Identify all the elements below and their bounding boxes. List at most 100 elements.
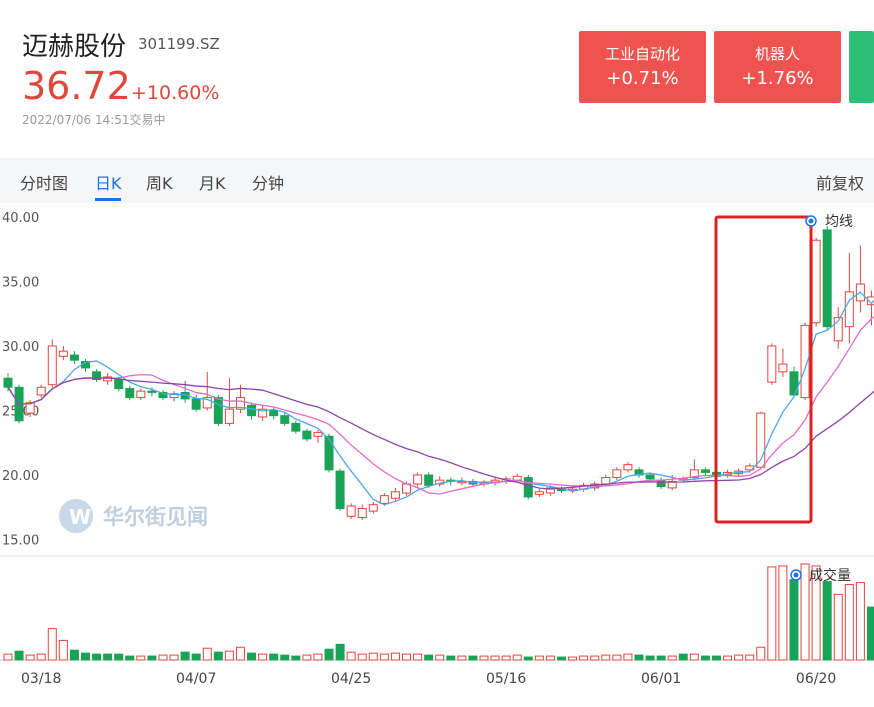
- volume-bar: [69, 649, 79, 661]
- candle-body: [357, 508, 367, 519]
- candle-body: [147, 390, 157, 393]
- candle-body: [612, 469, 622, 479]
- volume-bar: [789, 579, 799, 661]
- candle-body: [69, 354, 79, 361]
- volume-bar: [247, 652, 257, 661]
- volume-bar: [169, 654, 179, 661]
- volume-bar: [213, 651, 223, 661]
- volume-bar: [844, 584, 854, 661]
- candle-body: [424, 474, 434, 486]
- x-tick-label: 06/20: [796, 671, 836, 687]
- volume-bar: [778, 565, 788, 661]
- candle-body: [512, 475, 522, 481]
- candle-body: [36, 386, 46, 396]
- volume-bar: [379, 653, 389, 661]
- volume-bar: [590, 655, 600, 661]
- volume-bar: [357, 653, 367, 661]
- volume-bar: [634, 654, 644, 661]
- volume-bar: [822, 581, 832, 661]
- y-tick-label: 15.00: [2, 534, 39, 549]
- volume-bar: [125, 655, 135, 661]
- candle-body: [413, 474, 423, 485]
- volume-bar: [191, 653, 201, 661]
- candle-body: [767, 345, 777, 383]
- candle-body: [390, 491, 400, 499]
- candle-body: [656, 479, 666, 488]
- x-tick-label: 06/01: [641, 671, 681, 687]
- candle-body: [811, 239, 821, 324]
- volume-bar: [390, 652, 400, 661]
- candle-body: [114, 379, 124, 390]
- volume-bar: [689, 653, 699, 661]
- volume-bar: [3, 653, 13, 661]
- volume-bar: [667, 655, 677, 661]
- volume-bar: [103, 653, 113, 661]
- volume-bar: [14, 650, 24, 661]
- ma-legend-dot: [808, 218, 814, 224]
- candle-body: [534, 491, 544, 495]
- volume-bar: [656, 655, 666, 661]
- volume-bar: [855, 582, 865, 661]
- candle-body: [324, 435, 334, 471]
- volume-bar: [579, 655, 589, 661]
- volume-bar: [235, 646, 245, 661]
- volume-bar: [202, 647, 212, 661]
- volume-bar: [468, 655, 478, 661]
- candle-body: [302, 430, 312, 440]
- y-tick-label: 35.00: [2, 276, 39, 291]
- volume-bar: [136, 655, 146, 661]
- y-tick-label: 20.00: [2, 469, 39, 484]
- candle-body: [58, 350, 68, 357]
- candle-body: [247, 404, 257, 417]
- volume-bar: [601, 654, 611, 661]
- candle-body: [623, 464, 633, 471]
- volume-bar: [80, 652, 90, 661]
- volume-bar: [114, 653, 124, 661]
- volume-bar: [302, 654, 312, 661]
- volume-legend: 成交量: [790, 567, 851, 584]
- volume-bar: [833, 593, 843, 661]
- candle-body: [213, 397, 223, 424]
- volume-bar: [700, 655, 710, 661]
- volume-bar: [612, 654, 622, 661]
- candle-body: [280, 415, 290, 424]
- volume-bar: [291, 655, 301, 661]
- volume-bar: [734, 654, 744, 661]
- ma-legend: 均线: [805, 214, 853, 230]
- volume-bar: [47, 628, 57, 661]
- volume-bar: [767, 566, 777, 661]
- candle-body: [379, 495, 389, 504]
- volume-bar: [756, 646, 766, 661]
- volume-legend-label: 成交量: [809, 567, 851, 584]
- volume-bars: [3, 563, 874, 661]
- volume-bar: [147, 655, 157, 661]
- volume-bar: [523, 656, 533, 661]
- volume-bar: [36, 653, 46, 661]
- volume-bar: [457, 655, 467, 661]
- y-tick-label: 30.00: [2, 340, 39, 355]
- chart-grid: [0, 555, 874, 661]
- kline-chart[interactable]: 40.0035.0030.0025.0020.0015.00 W 华尔街见闻 0…: [0, 0, 874, 707]
- candle-body: [700, 469, 710, 473]
- volume-bar: [158, 654, 168, 661]
- candle-body: [822, 229, 832, 328]
- volume-bar: [25, 654, 35, 661]
- volume-bar: [446, 655, 456, 661]
- volume-bar: [723, 655, 733, 661]
- x-tick-label: 04/07: [176, 671, 216, 687]
- volume-bar: [402, 653, 412, 661]
- candle-body: [269, 410, 279, 417]
- candle-body: [523, 477, 533, 498]
- volume-legend-dot: [793, 572, 799, 578]
- volume-bar: [645, 655, 655, 661]
- volume-bar: [258, 653, 268, 661]
- volume-bar: [800, 563, 810, 661]
- x-tick-label: 05/16: [486, 671, 526, 687]
- volume-bar: [479, 655, 489, 661]
- volume-bar: [180, 651, 190, 661]
- candle-body: [191, 398, 201, 410]
- x-tick-label: 04/25: [331, 671, 371, 687]
- volume-bar: [92, 653, 102, 661]
- volume-bar: [623, 653, 633, 661]
- candle-body: [778, 363, 788, 373]
